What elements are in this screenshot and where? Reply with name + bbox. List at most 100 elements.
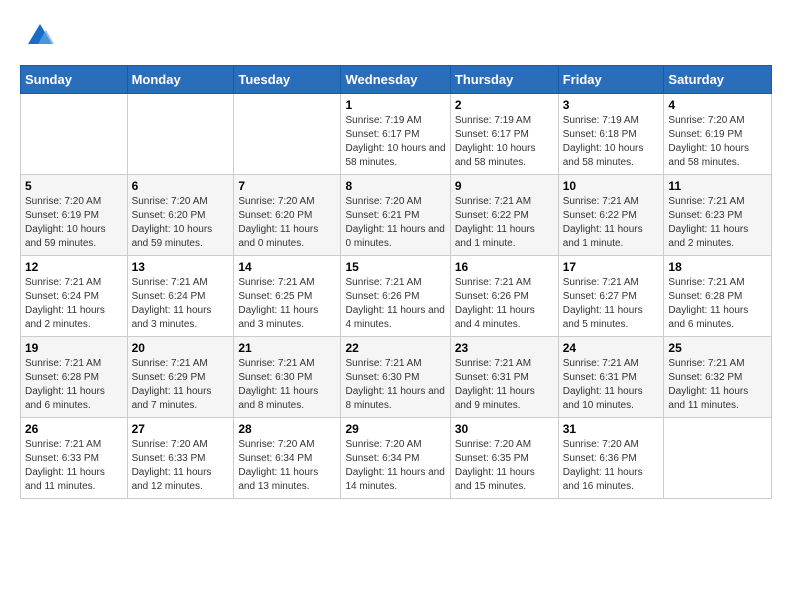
day-number: 31 xyxy=(563,422,660,436)
day-number: 19 xyxy=(25,341,123,355)
day-info: Sunrise: 7:21 AM Sunset: 6:26 PM Dayligh… xyxy=(345,276,445,332)
day-number: 30 xyxy=(455,422,554,436)
day-info: Sunrise: 7:21 AM Sunset: 6:32 PM Dayligh… xyxy=(668,357,767,413)
day-info: Sunrise: 7:20 AM Sunset: 6:34 PM Dayligh… xyxy=(238,438,336,494)
header-tuesday: Tuesday xyxy=(234,66,341,94)
calendar-header-row: SundayMondayTuesdayWednesdayThursdayFrid… xyxy=(21,66,772,94)
day-number: 6 xyxy=(132,179,230,193)
day-cell: 7 Sunrise: 7:20 AM Sunset: 6:20 PM Daylig… xyxy=(234,175,341,256)
day-info: Sunrise: 7:21 AM Sunset: 6:25 PM Dayligh… xyxy=(238,276,336,332)
day-number: 8 xyxy=(345,179,445,193)
day-cell xyxy=(664,418,772,499)
day-info: Sunrise: 7:20 AM Sunset: 6:34 PM Dayligh… xyxy=(345,438,445,494)
header-thursday: Thursday xyxy=(450,66,558,94)
day-cell: 14Sunrise: 7:21 AM Sunset: 6:25 PM Dayli… xyxy=(234,256,341,337)
day-cell: 26 Sunrise: 7:21 AM Sunset: 6:33 PM Dayli… xyxy=(21,418,128,499)
day-cell xyxy=(234,94,341,175)
day-info: Sunrise: 7:21 AM Sunset: 6:30 PM Dayligh… xyxy=(345,357,445,413)
day-info: Sunrise: 7:20 AM Sunset: 6:19 PM Dayligh… xyxy=(25,195,123,251)
day-number: 20 xyxy=(132,341,230,355)
day-info: Sunrise: 7:20 AM Sunset: 6:19 PM Dayligh… xyxy=(668,114,767,170)
day-cell: 13 Sunrise: 7:21 AM Sunset: 6:24 PM Dayli… xyxy=(127,256,234,337)
day-cell: 21Sunrise: 7:21 AM Sunset: 6:30 PM Dayli… xyxy=(234,337,341,418)
week-row-4: 19 Sunrise: 7:21 AM Sunset: 6:28 PM Dayli… xyxy=(21,337,772,418)
day-number: 2 xyxy=(455,98,554,112)
day-number: 12 xyxy=(25,260,123,274)
day-info: Sunrise: 7:20 AM Sunset: 6:20 PM Dayligh… xyxy=(132,195,230,251)
day-number: 21 xyxy=(238,341,336,355)
day-cell: 12 Sunrise: 7:21 AM Sunset: 6:24 PM Dayli… xyxy=(21,256,128,337)
day-number: 15 xyxy=(345,260,445,274)
header-wednesday: Wednesday xyxy=(341,66,450,94)
week-row-5: 26 Sunrise: 7:21 AM Sunset: 6:33 PM Dayli… xyxy=(21,418,772,499)
day-cell: 2 Sunrise: 7:19 AM Sunset: 6:17 PM Daylig… xyxy=(450,94,558,175)
day-info: Sunrise: 7:21 AM Sunset: 6:27 PM Dayligh… xyxy=(563,276,660,332)
day-number: 29 xyxy=(345,422,445,436)
day-info: Sunrise: 7:21 AM Sunset: 6:24 PM Dayligh… xyxy=(132,276,230,332)
header-sunday: Sunday xyxy=(21,66,128,94)
day-number: 17 xyxy=(563,260,660,274)
week-row-2: 5 Sunrise: 7:20 AM Sunset: 6:19 PM Daylig… xyxy=(21,175,772,256)
day-number: 18 xyxy=(668,260,767,274)
day-cell: 25 Sunrise: 7:21 AM Sunset: 6:32 PM Dayli… xyxy=(664,337,772,418)
day-number: 22 xyxy=(345,341,445,355)
day-cell: 20Sunrise: 7:21 AM Sunset: 6:29 PM Dayli… xyxy=(127,337,234,418)
day-info: Sunrise: 7:20 AM Sunset: 6:21 PM Dayligh… xyxy=(345,195,445,251)
day-cell: 30 Sunrise: 7:20 AM Sunset: 6:35 PM Dayli… xyxy=(450,418,558,499)
logo xyxy=(20,20,54,55)
day-info: Sunrise: 7:21 AM Sunset: 6:33 PM Dayligh… xyxy=(25,438,123,494)
day-number: 4 xyxy=(668,98,767,112)
day-info: Sunrise: 7:21 AM Sunset: 6:31 PM Dayligh… xyxy=(563,357,660,413)
header-friday: Friday xyxy=(558,66,664,94)
day-cell: 31 Sunrise: 7:20 AM Sunset: 6:36 PM Dayli… xyxy=(558,418,664,499)
day-info: Sunrise: 7:21 AM Sunset: 6:23 PM Dayligh… xyxy=(668,195,767,251)
day-number: 5 xyxy=(25,179,123,193)
day-number: 28 xyxy=(238,422,336,436)
day-info: Sunrise: 7:20 AM Sunset: 6:35 PM Dayligh… xyxy=(455,438,554,494)
page-header xyxy=(20,20,772,55)
day-number: 24 xyxy=(563,341,660,355)
day-cell: 16Sunrise: 7:21 AM Sunset: 6:26 PM Dayli… xyxy=(450,256,558,337)
day-number: 13 xyxy=(132,260,230,274)
day-number: 7 xyxy=(238,179,336,193)
day-cell: 27 Sunrise: 7:20 AM Sunset: 6:33 PM Dayli… xyxy=(127,418,234,499)
header-saturday: Saturday xyxy=(664,66,772,94)
week-row-1: 1 Sunrise: 7:19 AM Sunset: 6:17 PM Daylig… xyxy=(21,94,772,175)
day-number: 26 xyxy=(25,422,123,436)
day-info: Sunrise: 7:20 AM Sunset: 6:20 PM Dayligh… xyxy=(238,195,336,251)
day-cell: 28 Sunrise: 7:20 AM Sunset: 6:34 PM Dayli… xyxy=(234,418,341,499)
day-info: Sunrise: 7:19 AM Sunset: 6:17 PM Dayligh… xyxy=(455,114,554,170)
day-cell: 24 Sunrise: 7:21 AM Sunset: 6:31 PM Dayli… xyxy=(558,337,664,418)
header-monday: Monday xyxy=(127,66,234,94)
day-number: 9 xyxy=(455,179,554,193)
day-info: Sunrise: 7:20 AM Sunset: 6:33 PM Dayligh… xyxy=(132,438,230,494)
calendar-table: SundayMondayTuesdayWednesdayThursdayFrid… xyxy=(20,65,772,499)
week-row-3: 12 Sunrise: 7:21 AM Sunset: 6:24 PM Dayli… xyxy=(21,256,772,337)
day-info: Sunrise: 7:21 AM Sunset: 6:28 PM Dayligh… xyxy=(668,276,767,332)
day-cell: 15 Sunrise: 7:21 AM Sunset: 6:26 PM Dayli… xyxy=(341,256,450,337)
day-cell: 18 Sunrise: 7:21 AM Sunset: 6:28 PM Dayli… xyxy=(664,256,772,337)
day-number: 1 xyxy=(345,98,445,112)
day-info: Sunrise: 7:21 AM Sunset: 6:26 PM Dayligh… xyxy=(455,276,554,332)
day-cell xyxy=(21,94,128,175)
day-info: Sunrise: 7:21 AM Sunset: 6:24 PM Dayligh… xyxy=(25,276,123,332)
day-info: Sunrise: 7:19 AM Sunset: 6:18 PM Dayligh… xyxy=(563,114,660,170)
logo-icon xyxy=(26,22,54,55)
day-cell: 11 Sunrise: 7:21 AM Sunset: 6:23 PM Dayli… xyxy=(664,175,772,256)
day-cell: 8 Sunrise: 7:20 AM Sunset: 6:21 PM Daylig… xyxy=(341,175,450,256)
day-cell: 17 Sunrise: 7:21 AM Sunset: 6:27 PM Dayli… xyxy=(558,256,664,337)
day-number: 10 xyxy=(563,179,660,193)
day-number: 25 xyxy=(668,341,767,355)
day-cell: 22 Sunrise: 7:21 AM Sunset: 6:30 PM Dayli… xyxy=(341,337,450,418)
day-cell: 19 Sunrise: 7:21 AM Sunset: 6:28 PM Dayli… xyxy=(21,337,128,418)
day-info: Sunrise: 7:19 AM Sunset: 6:17 PM Dayligh… xyxy=(345,114,445,170)
day-info: Sunrise: 7:21 AM Sunset: 6:22 PM Dayligh… xyxy=(563,195,660,251)
day-number: 11 xyxy=(668,179,767,193)
day-info: Sunrise: 7:20 AM Sunset: 6:36 PM Dayligh… xyxy=(563,438,660,494)
day-cell: 4 Sunrise: 7:20 AM Sunset: 6:19 PM Daylig… xyxy=(664,94,772,175)
day-info: Sunrise: 7:21 AM Sunset: 6:28 PM Dayligh… xyxy=(25,357,123,413)
day-cell: 5 Sunrise: 7:20 AM Sunset: 6:19 PM Daylig… xyxy=(21,175,128,256)
day-cell: 6 Sunrise: 7:20 AM Sunset: 6:20 PM Daylig… xyxy=(127,175,234,256)
day-number: 27 xyxy=(132,422,230,436)
day-cell: 10 Sunrise: 7:21 AM Sunset: 6:22 PM Dayli… xyxy=(558,175,664,256)
